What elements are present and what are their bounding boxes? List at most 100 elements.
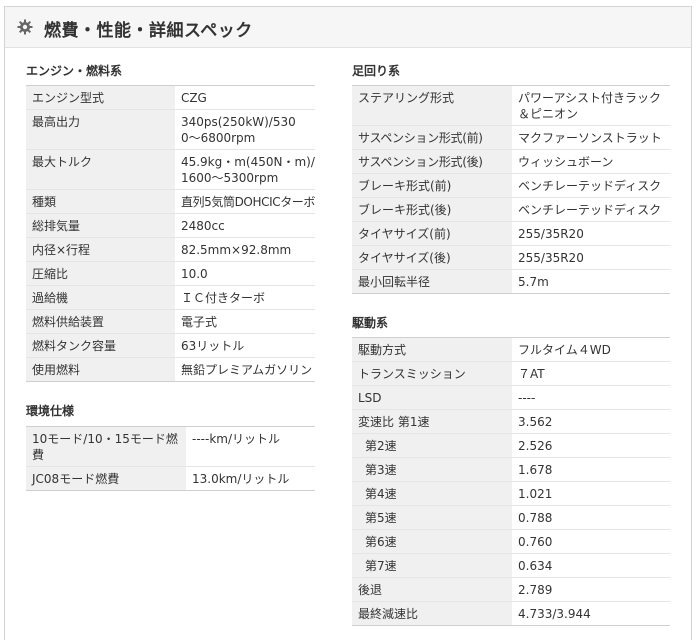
spec-key: 最大トルク bbox=[26, 149, 175, 190]
spec-value: フルタイム４WD bbox=[512, 337, 670, 362]
spec-value: 340ps(250kW)/5300〜6800rpm bbox=[174, 109, 315, 150]
spec-value: 無鉛プレミアムガソリン bbox=[174, 357, 315, 382]
table-row: 駆動方式 フルタイム４WD bbox=[352, 337, 670, 362]
spec-value: 2.789 bbox=[512, 577, 670, 602]
spec-value: 3.562 bbox=[512, 409, 670, 434]
spec-value: 2.526 bbox=[512, 433, 670, 458]
spec-value: ---- bbox=[512, 385, 670, 410]
spec-key: 第4速 bbox=[352, 481, 512, 506]
table-row: 変速比 第1速 3.562 bbox=[352, 409, 670, 434]
spec-key: タイヤサイズ(後) bbox=[352, 245, 512, 270]
spec-value: 5.7m bbox=[512, 269, 670, 294]
table-row: 第2速 2.526 bbox=[352, 433, 670, 458]
spec-value: 255/35R20 bbox=[512, 221, 670, 246]
spec-key: サスペンション形式(前) bbox=[352, 125, 512, 150]
spec-value: CZG bbox=[174, 85, 315, 110]
table-row: 使用燃料 無鉛プレミアムガソリン bbox=[26, 357, 315, 382]
table-row: ブレーキ形式(後) ベンチレーテッドディスク bbox=[352, 197, 670, 222]
spec-key: 第6速 bbox=[352, 529, 512, 554]
spec-value: ウィッシュボーン bbox=[512, 149, 670, 174]
spec-value: パワーアシスト付きラック＆ピニオン bbox=[512, 85, 670, 126]
spec-value: 1.678 bbox=[512, 457, 670, 482]
page-title: 燃費・性能・詳細スペック bbox=[44, 21, 253, 41]
spec-value: 63リットル bbox=[174, 333, 315, 358]
table-row: 第6速 0.760 bbox=[352, 529, 670, 554]
table-row: 種類 直列5気筒DOHCICターボ bbox=[26, 189, 315, 214]
spec-value: 13.0km/リットル bbox=[186, 466, 315, 491]
spec-key: ブレーキ形式(後) bbox=[352, 197, 512, 222]
gear-icon bbox=[17, 19, 33, 35]
section-title-drive: 駆動系 bbox=[352, 316, 389, 330]
section-title-engine: エンジン・燃料系 bbox=[26, 64, 123, 78]
env-table: 10モード/10・15モード燃費 ----km/リットル JC08モード燃費 13.… bbox=[26, 426, 315, 491]
table-row: エンジン型式 CZG bbox=[26, 85, 315, 110]
spec-key: 10モード/10・15モード燃費 bbox=[26, 426, 186, 467]
spec-key: 過給機 bbox=[26, 285, 175, 310]
spec-key: LSD bbox=[352, 385, 512, 410]
spec-key: 変速比 第1速 bbox=[352, 409, 512, 434]
table-row: 内径×行程 82.5mm×92.8mm bbox=[26, 237, 315, 262]
table-row: タイヤサイズ(後) 255/35R20 bbox=[352, 245, 670, 270]
spec-value: マクファーソンストラット bbox=[512, 125, 670, 150]
table-row: JC08モード燃費 13.0km/リットル bbox=[26, 466, 315, 491]
spec-value: 82.5mm×92.8mm bbox=[174, 237, 315, 262]
table-row: 燃料供給装置 電子式 bbox=[26, 309, 315, 334]
table-row: ステアリング形式 パワーアシスト付きラック＆ピニオン bbox=[352, 85, 670, 126]
spec-value: 45.9kg・m(450N・m)/1600〜5300rpm bbox=[174, 149, 315, 190]
spec-key: ステアリング形式 bbox=[352, 85, 512, 126]
spec-value: 255/35R20 bbox=[512, 245, 670, 270]
table-row: ブレーキ形式(前) ベンチレーテッドディスク bbox=[352, 173, 670, 198]
spec-key: 総排気量 bbox=[26, 213, 175, 238]
spec-key: 燃料タンク容量 bbox=[26, 333, 175, 358]
spec-key: 第2速 bbox=[352, 433, 512, 458]
table-row: 総排気量 2480cc bbox=[26, 213, 315, 238]
spec-value: 0.760 bbox=[512, 529, 670, 554]
spec-key: トランスミッション bbox=[352, 361, 512, 386]
spec-key: 駆動方式 bbox=[352, 337, 512, 362]
spec-value: 0.788 bbox=[512, 505, 670, 530]
spec-key: 種類 bbox=[26, 189, 175, 214]
table-row: 第3速 1.678 bbox=[352, 457, 670, 482]
spec-key: 第3速 bbox=[352, 457, 512, 482]
table-row: 第7速 0.634 bbox=[352, 553, 670, 578]
table-row: サスペンション形式(前) マクファーソンストラット bbox=[352, 125, 670, 150]
spec-value: ベンチレーテッドディスク bbox=[512, 197, 670, 222]
spec-header: 燃費・性能・詳細スペック bbox=[5, 7, 691, 48]
spec-value: 直列5気筒DOHCICターボ bbox=[174, 189, 315, 214]
spec-value: ベンチレーテッドディスク bbox=[512, 173, 670, 198]
spec-key: 使用燃料 bbox=[26, 357, 175, 382]
spec-key: 後退 bbox=[352, 577, 512, 602]
spec-key: サスペンション形式(後) bbox=[352, 149, 512, 174]
engine-table: エンジン型式 CZG 最高出力 340ps(250kW)/5300〜6800rpm … bbox=[26, 85, 315, 382]
spec-key: 最高出力 bbox=[26, 109, 175, 150]
spec-key: 第7速 bbox=[352, 553, 512, 578]
table-row: サスペンション形式(後) ウィッシュボーン bbox=[352, 149, 670, 174]
spec-key: 燃料供給装置 bbox=[26, 309, 175, 334]
spec-value: 電子式 bbox=[174, 309, 315, 334]
spec-value: 2480cc bbox=[174, 213, 315, 238]
table-row: 燃料タンク容量 63リットル bbox=[26, 333, 315, 358]
spec-value: 0.634 bbox=[512, 553, 670, 578]
spec-key: 最小回転半径 bbox=[352, 269, 512, 294]
spec-key: エンジン型式 bbox=[26, 85, 175, 110]
section-title-suspension: 足回り系 bbox=[352, 64, 401, 78]
spec-value: 4.733/3.944 bbox=[512, 601, 670, 626]
spec-value: ＩＣ付きターボ bbox=[174, 285, 315, 310]
table-row: LSD ---- bbox=[352, 385, 670, 410]
table-row: 後退 2.789 bbox=[352, 577, 670, 602]
drive-table: 駆動方式 フルタイム４WD トランスミッション ７AT LSD ---- 変速比 第1… bbox=[352, 337, 670, 626]
spec-key: 最終減速比 bbox=[352, 601, 512, 626]
spec-key: タイヤサイズ(前) bbox=[352, 221, 512, 246]
table-row: 圧縮比 10.0 bbox=[26, 261, 315, 286]
spec-key: ブレーキ形式(前) bbox=[352, 173, 512, 198]
spec-key: 第5速 bbox=[352, 505, 512, 530]
table-row: 最終減速比 4.733/3.944 bbox=[352, 601, 670, 626]
spec-key: 内径×行程 bbox=[26, 237, 175, 262]
table-row: 第4速 1.021 bbox=[352, 481, 670, 506]
table-row: 10モード/10・15モード燃費 ----km/リットル bbox=[26, 426, 315, 467]
spec-value: 1.021 bbox=[512, 481, 670, 506]
table-row: トランスミッション ７AT bbox=[352, 361, 670, 386]
table-row: 最小回転半径 5.7m bbox=[352, 269, 670, 294]
spec-value: 10.0 bbox=[174, 261, 315, 286]
spec-value: ７AT bbox=[512, 361, 670, 386]
